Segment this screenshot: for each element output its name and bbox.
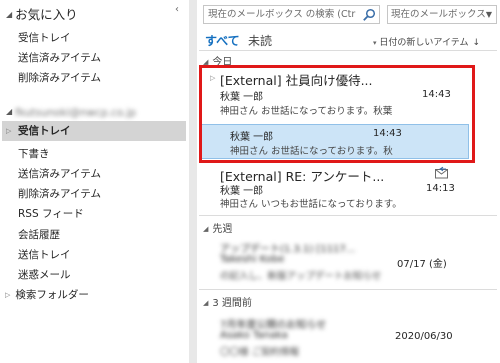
message-time: 2020/06/30 [395, 331, 453, 342]
group-divider [199, 50, 497, 51]
sort-dropdown[interactable]: ▾ 日付の新しいアイテム ↓ [373, 35, 480, 48]
folder-search-folders-label: 検索フォルダー [15, 289, 89, 301]
account-header[interactable]: ◢ fkutsunoki@nwcp.co.jp [6, 104, 136, 119]
folder-search-folders[interactable]: ▷ 検索フォルダー [5, 287, 89, 303]
message-sender: 秋葉 一郎 [220, 186, 264, 197]
message-list-pane: 現在のメールボックス ▼ すべて 未読 ▾ 日付の新しいアイテム ↓ ◢ 今日 ▷ … [197, 0, 500, 363]
group-today-label: 今日 [212, 57, 233, 68]
search-icon[interactable] [362, 8, 376, 22]
search-input[interactable] [208, 7, 356, 22]
favorites-header[interactable]: ◢ お気に入り [6, 4, 78, 23]
chevron-down-icon: ▼ [485, 10, 492, 19]
sort-label: 日付の新しいアイテム [379, 38, 469, 48]
message-time: 07/17 (金) [397, 259, 447, 270]
message-preview: 神田さん お世話になっております。秋 [230, 146, 393, 157]
message-subject: 7月年度公開のお知らせ [220, 320, 327, 331]
message-time: 14:43 [422, 89, 451, 100]
group-three-weeks-label: 3 週間前 [212, 298, 252, 309]
group-last-week-label: 先週 [212, 224, 233, 235]
folder-inbox-label: 受信トレイ [18, 125, 71, 137]
message-item-selected[interactable]: 秋葉 一郎 14:43 神田さん お世話になっております。秋 [201, 124, 469, 159]
message-preview: の記入し、新版アップデートお知らせ [220, 271, 382, 282]
search-scope-label: 現在のメールボックス [391, 9, 486, 20]
message-preview: 神田さん お世話になっております。秋葉 [220, 106, 393, 117]
favorites-header-label: お気に入り [15, 7, 78, 22]
message-preview: 神田さん いつもお世話になっております。 [220, 199, 402, 210]
collapse-triangle-icon[interactable]: ◢ [6, 107, 12, 116]
collapse-triangle-icon[interactable]: ◢ [6, 10, 12, 19]
folder-rss-feeds[interactable]: RSS フィード [18, 206, 84, 222]
account-email: fkutsunoki@nwcp.co.jp [15, 107, 137, 119]
search-scope-dropdown[interactable]: 現在のメールボックス ▼ [387, 5, 497, 24]
folder-sent-items[interactable]: 送信済みアイテム [18, 166, 101, 182]
group-header-three-weeks-ago[interactable]: ◢ 3 週間前 [203, 294, 496, 309]
collapse-triangle-icon[interactable]: ◢ [203, 58, 208, 66]
expand-triangle-icon[interactable]: ▷ [6, 121, 11, 141]
message-item[interactable]: [External] RE: アンケート... 秋葉 一郎 14:13 神田さん… [200, 166, 497, 212]
fav-sent-items[interactable]: 送信済みアイテム [18, 50, 101, 66]
sort-direction-icon[interactable]: ↓ [473, 38, 481, 48]
message-sender: 秋葉 一郎 [220, 92, 264, 103]
chevron-down-icon: ▾ [373, 39, 377, 47]
pane-splitter[interactable] [189, 0, 197, 363]
folder-junk-email[interactable]: 迷惑メール [18, 267, 71, 283]
collapse-triangle-icon[interactable]: ◢ [203, 299, 208, 307]
folder-outbox[interactable]: 送信トレイ [18, 247, 71, 263]
message-item[interactable]: 7月年度公開のお知らせ Asako Tanaka 2020/06/30 〇〇様 … [200, 316, 497, 362]
message-subject: [External] 社員向け優待... [220, 73, 373, 88]
expand-conversation-icon[interactable]: ▷ [210, 74, 215, 82]
reply-icon [435, 166, 448, 179]
collapse-triangle-icon[interactable]: ◢ [203, 225, 208, 233]
message-item[interactable]: ▷ [External] 社員向け優待... 秋葉 一郎 14:43 神田さん … [200, 70, 497, 120]
message-sender: 秋葉 一郎 [230, 132, 274, 143]
chevron-left-icon[interactable]: ‹ [175, 4, 179, 15]
message-preview: 〇〇様 ご契約情報 [220, 347, 300, 358]
folder-conversation-history[interactable]: 会話履歴 [18, 227, 60, 243]
message-subject: アップデート(1.3.1) [1117... [220, 244, 356, 255]
message-item[interactable]: アップデート(1.3.1) [1117... Takeshi Kobe 07/1… [200, 240, 497, 286]
folder-drafts[interactable]: 下書き [18, 146, 50, 162]
folder-inbox[interactable]: ▷ 受信トレイ [2, 121, 186, 141]
folder-pane: ◢ お気に入り ‹ 受信トレイ 送信済みアイテム 削除済みアイテム ◢ fkutsu… [0, 0, 189, 363]
search-box[interactable] [203, 5, 380, 24]
fav-inbox[interactable]: 受信トレイ [18, 30, 71, 46]
group-divider [199, 289, 497, 290]
message-sender: Asako Tanaka [220, 330, 288, 341]
filter-all[interactable]: すべて [205, 32, 240, 49]
filter-unread[interactable]: 未読 [248, 32, 272, 49]
message-time: 14:13 [426, 183, 455, 194]
group-divider [199, 215, 497, 216]
group-header-today[interactable]: ◢ 今日 [203, 53, 496, 68]
group-header-last-week[interactable]: ◢ 先週 [203, 220, 496, 235]
fav-deleted-items[interactable]: 削除済みアイテム [18, 70, 101, 86]
message-sender: Takeshi Kobe [220, 254, 285, 265]
message-time: 14:43 [373, 128, 402, 139]
expand-triangle-icon[interactable]: ▷ [5, 291, 10, 299]
folder-deleted-items[interactable]: 削除済みアイテム [18, 186, 101, 202]
